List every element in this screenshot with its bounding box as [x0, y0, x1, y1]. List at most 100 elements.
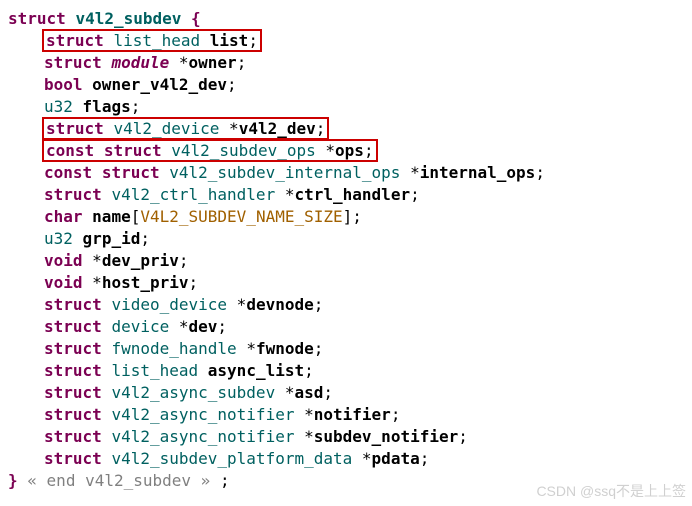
bracket-close: ]: [343, 207, 353, 226]
member: struct v4l2_async_notifier *subdev_notif…: [44, 427, 468, 446]
member-line: struct v4l2_async_notifier *subdev_notif…: [8, 426, 684, 448]
member-name: flags: [83, 97, 131, 116]
pointer-star: *: [92, 273, 102, 292]
highlighted-member: const struct v4l2_subdev_ops *ops;: [44, 141, 376, 160]
type-name: v4l2_subdev_internal_ops: [169, 163, 400, 182]
semicolon: ;: [352, 207, 362, 226]
member-name: ctrl_handler: [294, 185, 410, 204]
member-name: host_priv: [102, 273, 189, 292]
keyword-struct: struct: [44, 317, 102, 336]
member-name: devnode: [246, 295, 313, 314]
keyword-struct: struct: [8, 9, 66, 28]
member-name: notifier: [314, 405, 391, 424]
pointer-star: *: [410, 163, 420, 182]
member-line: struct fwnode_handle *fwnode;: [8, 338, 684, 360]
member: void *dev_priv;: [44, 251, 189, 270]
member-line: u32 grp_id;: [8, 228, 684, 250]
type-raw: u32: [44, 229, 73, 248]
type-name: v4l2_ctrl_handler: [111, 185, 275, 204]
open-brace: {: [191, 9, 201, 28]
member-line: struct v4l2_async_notifier *notifier;: [8, 404, 684, 426]
member: char name[V4L2_SUBDEV_NAME_SIZE];: [44, 207, 362, 226]
type-raw: bool: [44, 75, 83, 94]
member-line: struct list_head async_list;: [8, 360, 684, 382]
keyword-struct: struct: [44, 185, 102, 204]
type-name: list_head: [113, 31, 200, 50]
keyword-const: const: [46, 141, 94, 160]
member: u32 grp_id;: [44, 229, 150, 248]
keyword-struct: struct: [44, 295, 102, 314]
semicolon: ;: [227, 75, 237, 94]
semicolon: ;: [217, 317, 227, 336]
member: u32 flags;: [44, 97, 140, 116]
member-name: ops: [335, 141, 364, 160]
member-name: fwnode: [256, 339, 314, 358]
code-block: struct v4l2_subdev { struct list_head lis…: [8, 8, 684, 492]
highlighted-member: struct v4l2_device *v4l2_dev;: [44, 119, 327, 138]
keyword-struct: struct: [44, 339, 102, 358]
bracket-open: [: [131, 207, 141, 226]
member-line: struct v4l2_subdev_platform_data *pdata;: [8, 448, 684, 470]
type-name: v4l2_subdev_platform_data: [111, 449, 352, 468]
keyword-void: void: [44, 251, 83, 270]
semicolon: ;: [248, 31, 258, 50]
member-line: struct list_head list;: [8, 30, 684, 52]
semicolon: ;: [179, 251, 189, 270]
member-name: dev: [189, 317, 218, 336]
pointer-star: *: [92, 251, 102, 270]
type-name: v4l2_async_subdev: [111, 383, 275, 402]
pointer-star: *: [304, 405, 314, 424]
member-name: internal_ops: [420, 163, 536, 182]
member: struct device *dev;: [44, 317, 227, 336]
member-line: const struct v4l2_subdev_internal_ops *i…: [8, 162, 684, 184]
pointer-star: *: [179, 53, 189, 72]
pointer-star: *: [237, 295, 247, 314]
struct-footer: } « end v4l2_subdev » ;: [8, 470, 684, 492]
member-name: name: [92, 207, 131, 226]
keyword-const: const: [44, 163, 92, 182]
member: struct fwnode_handle *fwnode;: [44, 339, 323, 358]
type-name: v4l2_subdev_ops: [171, 141, 316, 160]
keyword-struct: struct: [104, 141, 162, 160]
type-name: v4l2_async_notifier: [111, 427, 294, 446]
keyword-struct: struct: [44, 427, 102, 446]
member-line: struct v4l2_ctrl_handler *ctrl_handler;: [8, 184, 684, 206]
semicolon: ;: [410, 185, 420, 204]
semicolon: ;: [535, 163, 545, 182]
member-line: bool owner_v4l2_dev;: [8, 74, 684, 96]
pointer-star: *: [229, 119, 239, 138]
highlighted-member: struct list_head list;: [44, 31, 260, 50]
semicolon: ;: [189, 273, 199, 292]
type-name: v4l2_async_notifier: [111, 405, 294, 424]
type-name: module: [111, 53, 169, 72]
member: struct v4l2_subdev_platform_data *pdata;: [44, 449, 429, 468]
keyword-char: char: [44, 207, 83, 226]
member-name: owner_v4l2_dev: [92, 75, 227, 94]
member-line: void *dev_priv;: [8, 250, 684, 272]
semicolon: ;: [316, 119, 326, 138]
member: struct v4l2_async_subdev *asd;: [44, 383, 333, 402]
semicolon: ;: [420, 449, 430, 468]
member-name: list: [210, 31, 249, 50]
semicolon: ;: [304, 361, 314, 380]
member-name: pdata: [372, 449, 420, 468]
semicolon: ;: [140, 229, 150, 248]
member: struct list_head async_list;: [44, 361, 314, 380]
keyword-struct: struct: [44, 405, 102, 424]
keyword-struct: struct: [46, 119, 104, 138]
type-name: v4l2_subdev: [75, 9, 181, 28]
macro-name: V4L2_SUBDEV_NAME_SIZE: [140, 207, 342, 226]
semicolon: ;: [364, 141, 374, 160]
semicolon: ;: [391, 405, 401, 424]
member: void *host_priv;: [44, 273, 198, 292]
member-line: struct video_device *devnode;: [8, 294, 684, 316]
pointer-star: *: [362, 449, 372, 468]
type-name: list_head: [111, 361, 198, 380]
semicolon: ;: [131, 97, 141, 116]
semicolon: ;: [220, 471, 230, 490]
type-name: video_device: [111, 295, 227, 314]
end-comment: « end v4l2_subdev »: [27, 471, 210, 490]
member-line: char name[V4L2_SUBDEV_NAME_SIZE];: [8, 206, 684, 228]
member-line: struct v4l2_async_subdev *asd;: [8, 382, 684, 404]
semicolon: ;: [323, 383, 333, 402]
